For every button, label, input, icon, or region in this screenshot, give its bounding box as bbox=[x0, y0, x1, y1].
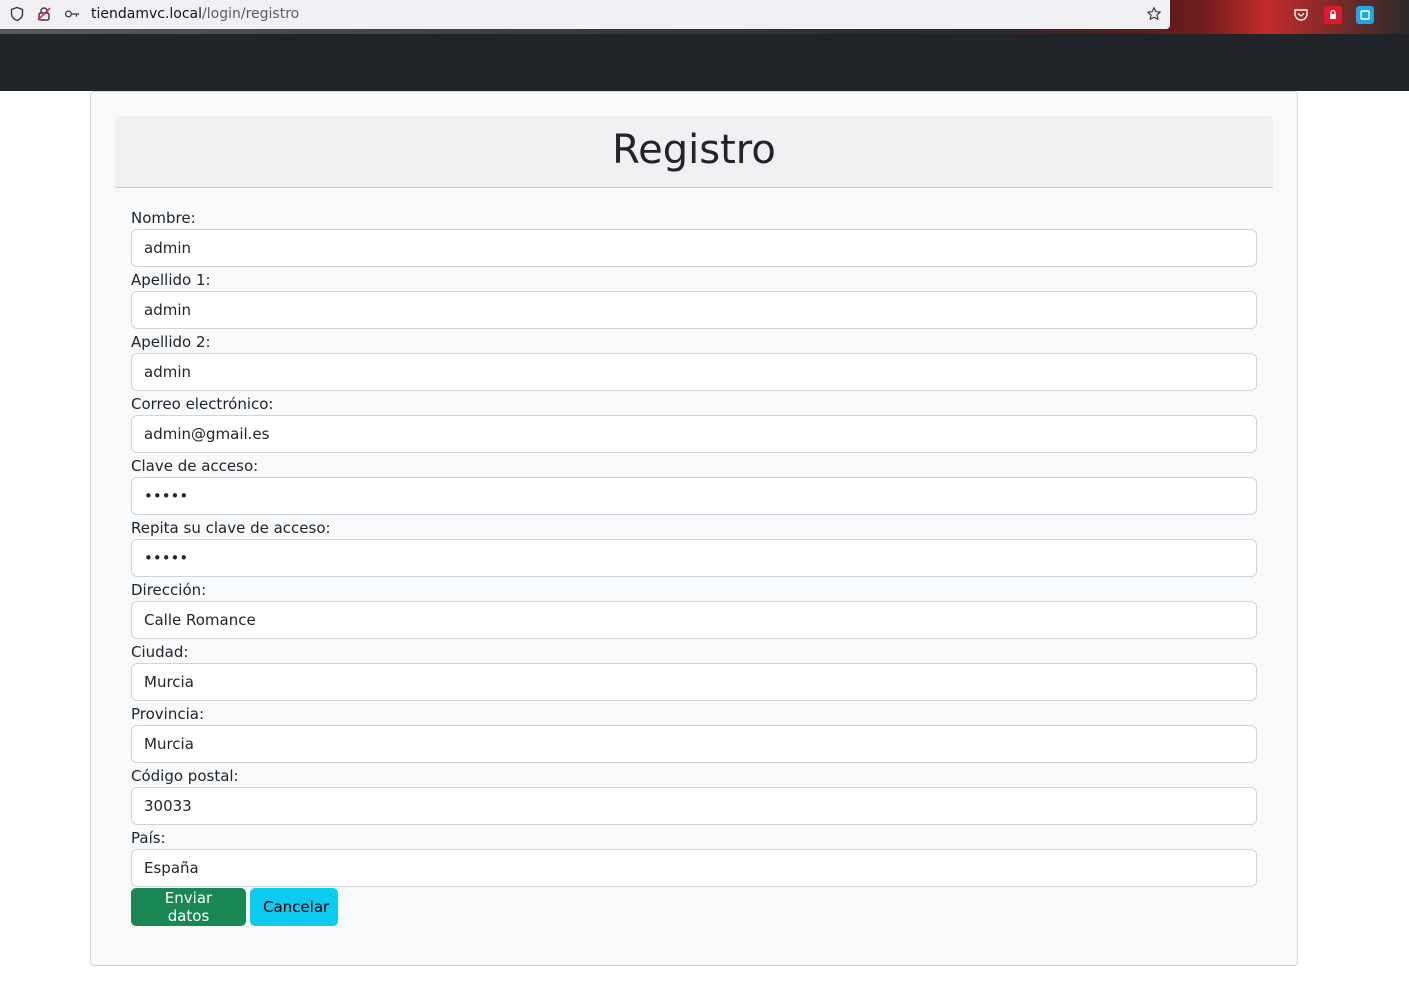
address-bar[interactable]: tiendamvc.local/login/registro bbox=[0, 0, 1170, 29]
extension-icon[interactable] bbox=[1356, 6, 1374, 24]
nombre-input[interactable] bbox=[131, 229, 1257, 267]
codigo-postal-input[interactable] bbox=[131, 787, 1257, 825]
pais-input[interactable] bbox=[131, 849, 1257, 887]
ciudad-input[interactable] bbox=[131, 663, 1257, 701]
codigo-postal-field-group: Código postal: bbox=[131, 767, 1257, 829]
registration-card: Registro Nombre: Apellido 1: Apellido 2: Co… bbox=[90, 91, 1298, 966]
apellido-1-field-group: Apellido 1: bbox=[131, 271, 1257, 333]
shield-icon[interactable] bbox=[9, 6, 25, 22]
clave-field-group: Clave de acceso: bbox=[131, 457, 1257, 519]
repite-clave-field-group: Repita su clave de acceso: bbox=[131, 519, 1257, 581]
registration-form: Nombre: Apellido 1: Apellido 2: Correo elec… bbox=[131, 209, 1257, 926]
clave-input[interactable] bbox=[131, 477, 1257, 515]
card-header: Registro bbox=[115, 116, 1273, 188]
direccion-field-group: Dirección: bbox=[131, 581, 1257, 643]
provincia-input[interactable] bbox=[131, 725, 1257, 763]
apellido-1-input[interactable] bbox=[131, 291, 1257, 329]
provincia-label: Provincia: bbox=[131, 705, 205, 723]
ciudad-field-group: Ciudad: bbox=[131, 643, 1257, 705]
adblock-icon[interactable] bbox=[1324, 6, 1342, 24]
clave-label: Clave de acceso: bbox=[131, 457, 259, 475]
star-icon[interactable] bbox=[1146, 6, 1162, 22]
apellido-1-label: Apellido 1: bbox=[131, 271, 211, 289]
direccion-label: Dirección: bbox=[131, 581, 207, 599]
key-icon[interactable] bbox=[64, 6, 80, 22]
cancel-button[interactable]: Cancelar bbox=[250, 888, 338, 926]
apellido-2-input[interactable] bbox=[131, 353, 1257, 391]
url-text[interactable]: tiendamvc.local/login/registro bbox=[91, 5, 299, 23]
browser-toolbar: tiendamvc.local/login/registro bbox=[0, 0, 1409, 34]
url-host: tiendamvc.local bbox=[91, 6, 203, 22]
url-path: /login/registro bbox=[202, 6, 300, 22]
repite-clave-input[interactable] bbox=[131, 539, 1257, 577]
pais-field-group: País: bbox=[131, 829, 1257, 891]
nombre-field-group: Nombre: bbox=[131, 209, 1257, 271]
apellido-2-label: Apellido 2: bbox=[131, 333, 211, 351]
apellido-2-field-group: Apellido 2: bbox=[131, 333, 1257, 395]
navbar bbox=[0, 34, 1409, 91]
pais-label: País: bbox=[131, 829, 166, 847]
direccion-input[interactable] bbox=[131, 601, 1257, 639]
form-actions: Enviar datos Cancelar bbox=[131, 888, 338, 926]
ciudad-label: Ciudad: bbox=[131, 643, 189, 661]
correo-field-group: Correo electrónico: bbox=[131, 395, 1257, 457]
provincia-field-group: Provincia: bbox=[131, 705, 1257, 767]
nombre-label: Nombre: bbox=[131, 209, 196, 227]
codigo-postal-label: Código postal: bbox=[131, 767, 239, 785]
lock-slash-icon[interactable] bbox=[36, 6, 52, 22]
repite-clave-label: Repita su clave de acceso: bbox=[131, 519, 331, 537]
correo-label: Correo electrónico: bbox=[131, 395, 274, 413]
page-title: Registro bbox=[612, 127, 776, 173]
submit-button[interactable]: Enviar datos bbox=[131, 888, 246, 926]
correo-input[interactable] bbox=[131, 415, 1257, 453]
pocket-icon[interactable] bbox=[1292, 6, 1310, 24]
